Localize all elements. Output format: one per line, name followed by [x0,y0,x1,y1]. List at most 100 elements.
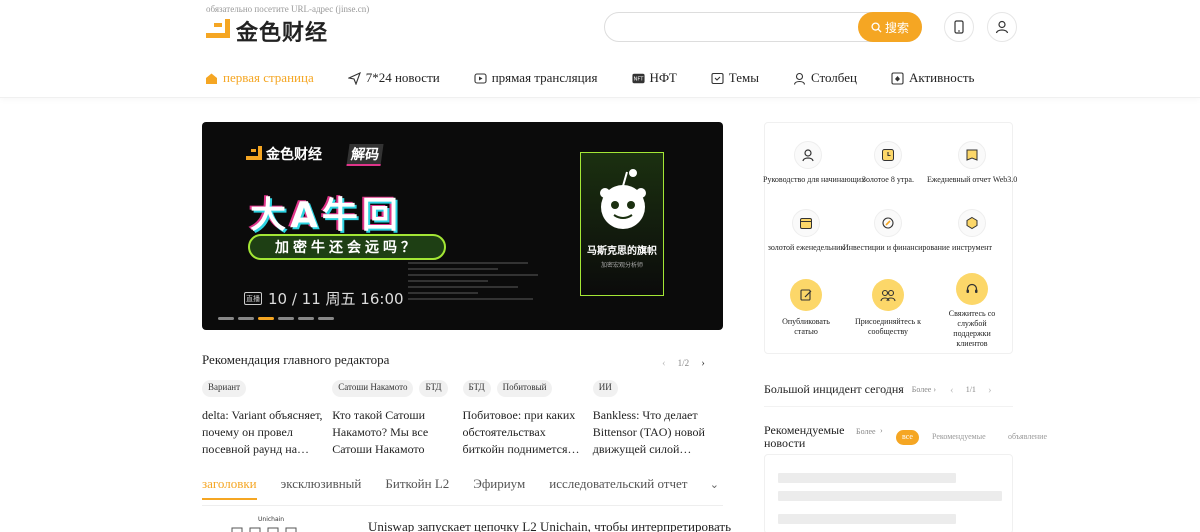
page-indicator: 1/1 [965,385,976,394]
news-tabs: заголовки эксклюзивный Биткойн L2 Эфириу… [202,476,723,506]
news-skeleton-list [764,454,1013,532]
banner-dot[interactable] [238,317,254,320]
service-community[interactable]: Присоединяйтесь к сообществу [843,279,933,337]
editor-picks-list: Вариант delta: Variant объясняет, почему… [202,380,723,458]
news-headline[interactable]: Uniswap запускает цепочку L2 Unichain, ч… [368,519,731,532]
service-tools[interactable]: инструмент [927,209,1017,253]
article-title[interactable]: Кто такой Сатоши Накамото? Мы все Сатоши… [332,407,454,458]
recommended-more-link[interactable]: Более [856,427,876,436]
chevron-right-icon: › [880,426,883,435]
recommended-news-title: Рекомендуемые новости [764,423,845,450]
article-title[interactable]: Bankless: Что делает Bittensor (TAO) нов… [593,407,715,458]
send-icon [347,71,361,85]
mobile-app-button[interactable] [944,12,974,42]
news-thumbnail[interactable]: Unichain [202,514,350,532]
chevron-right-icon[interactable]: › [701,357,705,369]
pill-announcement[interactable]: объявление [1002,430,1053,445]
service-label: Ежедневный отчет Web3.0 [927,175,1018,184]
service-guide[interactable]: Руководство для начинающих [763,141,865,185]
list-item[interactable]: Вариант delta: Variant объясняет, почему… [202,380,332,458]
tv-icon: 直播 [244,292,262,305]
service-daily-report[interactable]: Ежедневный отчет Web3.0 [927,141,1017,185]
tag[interactable]: БТД [419,380,448,397]
tag[interactable]: БТД [462,380,491,397]
user-guide-icon [794,141,822,169]
tab-ethereum[interactable]: Эфириум [473,476,525,498]
chevron-right-icon[interactable]: › [988,384,992,396]
tag[interactable]: ИИ [592,380,618,397]
nav-item-home[interactable]: первая страница [205,70,314,86]
hero-banner[interactable]: 金色财经 解码 大A牛回 加密牛还会远吗？ 直播 10 / 11 周五 16:0… [202,122,723,330]
reddit-alien-icon [600,169,646,229]
search-input[interactable] [619,19,849,35]
support-icon [956,273,988,305]
tag[interactable]: Побитовый [496,380,553,397]
incident-more-link[interactable]: Более [912,385,932,394]
editor-picks-pager: ‹ 1/2 › [662,357,705,369]
list-item[interactable]: БТД Побитовый Побитовое: при каких обстоя… [462,380,593,458]
banner-dot[interactable] [218,317,234,320]
chevron-down-icon[interactable]: ⌄ [710,478,719,491]
banner-dot[interactable] [258,317,274,320]
article-title[interactable]: delta: Variant объясняет, почему он пров… [202,407,324,458]
home-icon [205,72,218,85]
nav-item-topics[interactable]: Темы [711,70,759,86]
chevron-left-icon[interactable]: ‹ [662,357,666,369]
article-title[interactable]: Побитовое: при каких обстоятельствах бит… [463,407,585,458]
tab-research[interactable]: исследовательский отчет [549,476,687,498]
banner-dot[interactable] [318,317,334,320]
column-icon [793,72,806,85]
nav-item-live[interactable]: прямая трансляция [474,70,598,86]
skeleton-line [778,514,956,524]
tab-headlines[interactable]: заголовки [202,476,257,500]
service-weekly[interactable]: золотой еженедельник [761,209,851,253]
tab-bitcoin-l2[interactable]: Биткойн L2 [385,476,449,498]
nav-label: Темы [728,70,759,85]
banner-pagination [218,317,334,320]
service-publish[interactable]: Опубликовать статью [761,279,851,337]
tag[interactable]: Сатоши Накамото [332,380,414,397]
user-account-button[interactable] [987,12,1017,42]
phone-icon [954,20,964,34]
nav-item-activity[interactable]: Активность [891,70,974,86]
banner-logo: 金色财经 [246,144,322,164]
pill-all[interactable]: все [896,430,919,445]
service-label: Инвестиции и финансирование [843,243,950,252]
list-item[interactable]: Сатоши Накамото БТД Кто такой Сатоши Нака… [332,380,462,458]
banner-subline: 加密牛还会远吗？ [248,234,446,260]
service-label: Присоединяйтесь к сообществу [854,317,922,336]
nav-item-nft[interactable]: NFT НФТ [631,70,677,86]
tab-exclusive[interactable]: эксклюзивный [281,476,362,498]
search-button[interactable]: 搜索 [858,12,922,42]
user-icon [995,20,1009,34]
topic-icon [711,72,724,85]
incident-title: Большой инцидент сегодня [764,382,904,396]
editor-picks-title: Рекомендация главного редактора [202,352,390,367]
banner-dot[interactable] [298,317,314,320]
clock-icon [874,141,902,169]
search-button-label: 搜索 [884,20,909,35]
nav-item-column[interactable]: Столбец [793,70,857,86]
service-label: Золотое 8 утра. [862,175,914,184]
list-item[interactable]: ИИ Bankless: Что делает Bittensor (TAO) … [592,380,723,458]
nav-label: 7*24 новости [365,70,440,85]
service-morning[interactable]: Золотое 8 утра. [843,141,933,185]
skeleton-line [778,473,956,483]
report-icon [958,141,986,169]
tag[interactable]: Вариант [202,380,247,397]
pill-recommended[interactable]: Рекомендуемые [926,430,992,445]
banner-dot[interactable] [278,317,294,320]
thumbnail-graphic [231,527,297,532]
service-label: Опубликовать статью [782,317,830,336]
nav-label: Активность [908,70,975,85]
service-investment[interactable]: Инвестиции и финансирование [843,209,950,253]
search-bar: 搜索 [604,12,922,42]
chevron-right-icon: › [933,385,937,394]
nav-label: Столбец [810,70,857,85]
calendar-icon [792,209,820,237]
service-support[interactable]: Свяжитесь со службой поддержки клиентов [927,273,1017,349]
site-logo[interactable]: 金色财经 [206,15,328,47]
nav-item-news[interactable]: 7*24 новости [347,70,440,86]
today-incident-header: Большой инцидент сегодня Более › ‹ 1/1 › [764,373,1013,407]
chevron-left-icon[interactable]: ‹ [950,384,954,396]
